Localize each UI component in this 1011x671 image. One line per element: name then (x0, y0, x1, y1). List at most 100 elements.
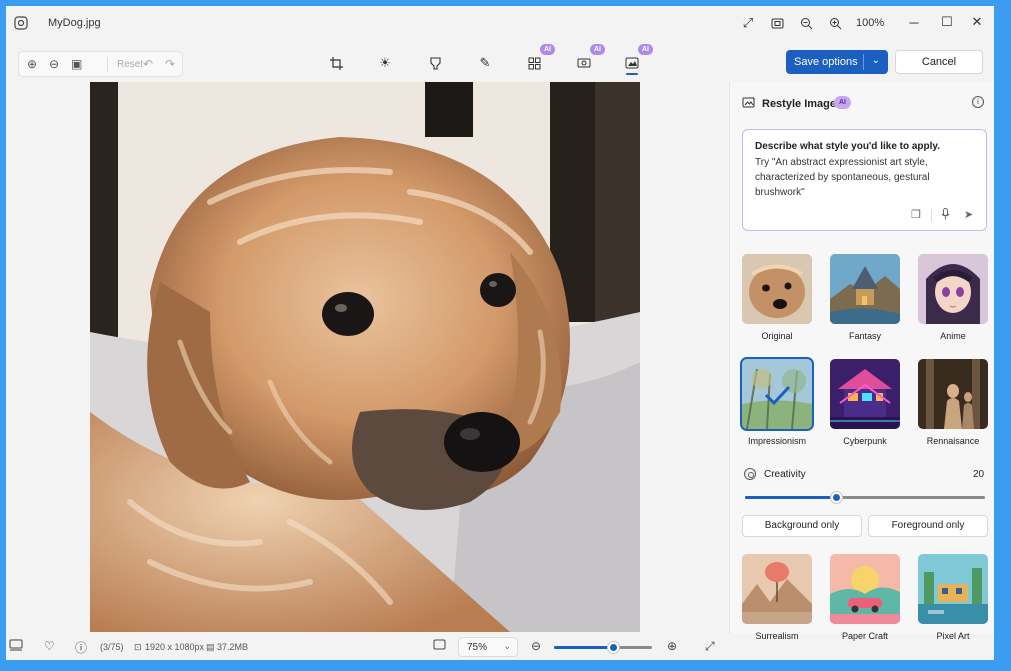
restyle-image-icon: + (742, 96, 756, 111)
svg-text:+: + (752, 96, 755, 102)
zoom-slider[interactable] (554, 642, 652, 653)
restyle-image-icon[interactable]: AI (621, 44, 653, 74)
style-fantasy[interactable]: Fantasy (829, 254, 901, 341)
style-thumbnail (918, 554, 988, 624)
style-paper-craft[interactable]: Paper Craft (829, 554, 901, 641)
style-thumbnail (830, 359, 900, 429)
style-label: Anime (940, 331, 966, 341)
markup-pen-icon[interactable]: ✎ (474, 52, 496, 74)
background-icon[interactable]: AI (573, 44, 605, 74)
send-icon[interactable]: ➤ (964, 208, 973, 221)
close-icon[interactable]: ✕ (962, 10, 992, 34)
divider (863, 54, 864, 70)
cancel-button[interactable]: Cancel (895, 50, 983, 74)
style-thumbnail (740, 357, 814, 431)
minimize-icon[interactable]: ─ (899, 10, 929, 34)
creativity-icon (744, 468, 756, 480)
save-options-button[interactable]: Save options ⌄ (786, 50, 888, 74)
foreground-only-button[interactable]: Foreground only (868, 515, 988, 537)
status-bar: ♡ ⓘ (3/75) ⊡ 1920 x 1080px ▤ 37.2MB 75% … (6, 634, 994, 660)
zoom-out-small-icon[interactable]: ⊖ (49, 57, 59, 71)
actual-size-icon[interactable]: ▣ (71, 57, 82, 71)
microphone-icon[interactable] (941, 208, 950, 223)
creativity-slider[interactable] (745, 492, 985, 503)
style-label: Cyberpunk (843, 436, 887, 446)
title-bar: MyDog.jpg ⤢ 100% ─ ☐ ✕ (6, 6, 994, 40)
style-label: Fantasy (848, 331, 881, 341)
fit-to-window-icon[interactable] (433, 639, 446, 653)
reset-button[interactable]: Reset (117, 59, 143, 70)
fullscreen-icon[interactable]: ⤢ (739, 14, 757, 32)
zoom-out-icon[interactable] (797, 14, 815, 32)
zoom-out-icon[interactable]: ⊖ (531, 639, 541, 653)
creativity-label: Creativity (764, 469, 806, 480)
chevron-down-icon: ⌄ (503, 641, 511, 651)
zoom-in-icon[interactable]: ⊕ (667, 639, 677, 653)
style-thumbnail (918, 359, 988, 429)
photos-window: MyDog.jpg ⤢ 100% ─ ☐ ✕ ⊕ ⊖ ▣ Reset ↶ ↷ ☀… (6, 6, 994, 660)
zoom-in-small-icon[interactable]: ⊕ (27, 57, 37, 71)
style-label: Original (761, 331, 793, 341)
creativity-value: 20 (973, 469, 985, 480)
style-thumbnail (918, 254, 988, 324)
dog-photo (90, 82, 640, 632)
slider-fill (745, 496, 836, 499)
restyle-panel: + Restyle Image AI i Describe what style… (729, 82, 994, 641)
photos-app-icon (14, 16, 28, 30)
slider-fill (554, 646, 613, 649)
file-info-icon[interactable]: ⓘ (75, 639, 87, 656)
prompt-heading: Describe what style you'd like to apply. (755, 141, 941, 152)
adjust-brightness-icon[interactable]: ☀ (374, 52, 396, 74)
expand-icon[interactable]: ⤢ (705, 639, 715, 654)
slider-thumb[interactable] (608, 642, 619, 653)
file-size-icon: ▤ (206, 642, 215, 652)
maximize-icon[interactable]: ☐ (932, 10, 962, 34)
fit-window-icon[interactable] (768, 14, 786, 32)
filter-icon[interactable] (424, 52, 446, 74)
prompt-placeholder: Try "An abstract expressionist art style… (755, 157, 930, 198)
zoom-in-icon[interactable] (826, 14, 844, 32)
style-thumbnail (830, 254, 900, 324)
style-cyberpunk[interactable]: Cyberpunk (829, 359, 901, 446)
undo-icon[interactable]: ↶ (143, 57, 153, 71)
favorite-heart-icon[interactable]: ♡ (44, 639, 55, 653)
ai-badge: AI (540, 44, 555, 55)
copy-icon[interactable]: ❐ (911, 208, 921, 221)
image-size-icon: ⊡ (134, 642, 142, 652)
style-label: Rennaisance (926, 436, 980, 446)
chevron-down-icon[interactable]: ⌄ (872, 55, 880, 66)
image-counter: (3/75) (100, 642, 124, 652)
view-tools-group: ⊕ ⊖ ▣ Reset ↶ ↷ (18, 51, 183, 77)
info-icon[interactable]: i (972, 96, 984, 108)
divider (107, 57, 108, 72)
style-rennaisance[interactable]: Rennaisance (917, 359, 989, 446)
zoom-dropdown[interactable]: 75% ⌄ (458, 637, 518, 657)
save-options-label: Save options (794, 56, 858, 68)
image-dimensions: 1920 x 1080px (145, 642, 205, 652)
panel-title: Restyle Image (762, 98, 836, 110)
background-only-button[interactable]: Background only (742, 515, 862, 537)
style-surrealism[interactable]: Surrealism (741, 554, 813, 641)
style-anime[interactable]: Anime (917, 254, 989, 341)
zoom-value: 75% (467, 642, 488, 653)
style-impressionism[interactable]: Impressionism (740, 357, 814, 446)
generative-erase-icon[interactable]: AI (523, 44, 555, 74)
active-tool-indicator (626, 73, 638, 75)
slider-thumb[interactable] (831, 492, 842, 503)
ai-badge: AI (834, 96, 851, 109)
style-prompt-input[interactable]: Describe what style you'd like to apply.… (742, 129, 987, 231)
style-pixel-art[interactable]: Pixel Art (917, 554, 989, 641)
redo-icon[interactable]: ↷ (165, 57, 175, 71)
style-original[interactable]: Original (741, 254, 813, 341)
file-size: 37.2MB (217, 642, 249, 652)
file-name: MyDog.jpg (48, 17, 101, 29)
zoom-level[interactable]: 100% (856, 17, 884, 29)
divider (931, 209, 932, 222)
image-canvas[interactable] (90, 82, 640, 632)
style-thumbnail (830, 554, 900, 624)
style-label: Impressionism (747, 436, 806, 446)
ai-badge: AI (590, 44, 605, 55)
style-thumbnail (742, 554, 812, 624)
filmstrip-icon[interactable] (9, 639, 23, 654)
crop-icon[interactable] (325, 52, 347, 74)
